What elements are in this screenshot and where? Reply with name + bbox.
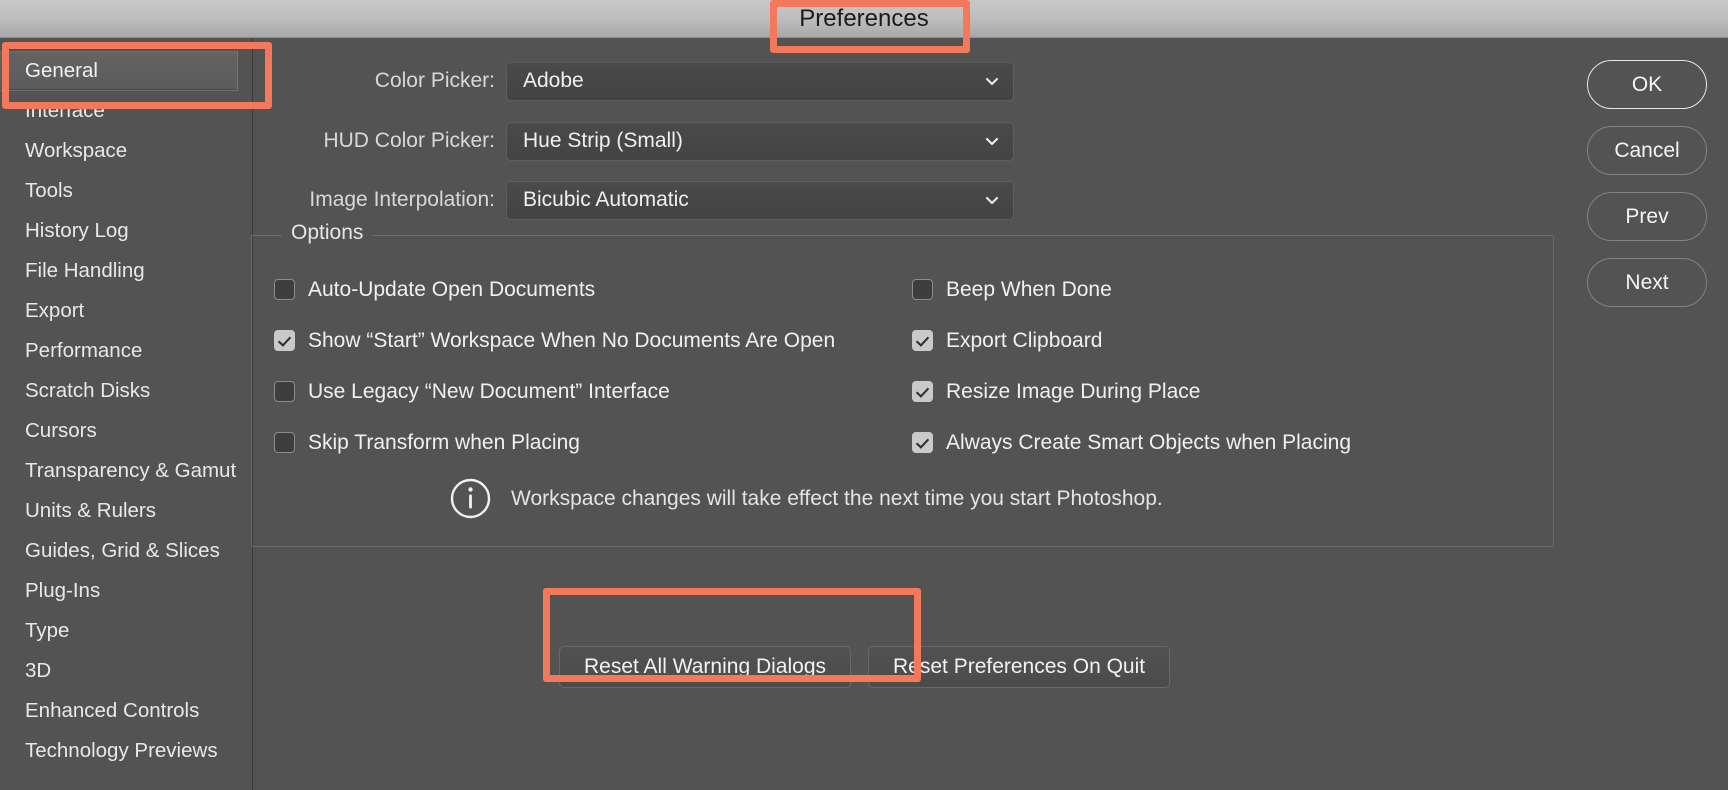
checkbox-label: Export Clipboard [946,328,1103,352]
image-interpolation-label: Image Interpolation: [309,188,495,211]
sidebar-item-general[interactable]: General [0,51,238,91]
preferences-general-panel: Color Picker: Adobe HUD Color Picker: Hu… [251,38,1728,790]
checkbox-label: Use Legacy “New Document” Interface [308,379,670,403]
reset-all-warning-dialogs-button[interactable]: Reset All Warning Dialogs [559,646,851,688]
checkbox-show-start-workspace[interactable] [274,330,295,351]
checkbox-label: Show “Start” Workspace When No Documents… [308,328,836,352]
image-interpolation-value: Bicubic Automatic [523,188,689,211]
sidebar-item-units-rulers[interactable]: Units & Rulers [0,491,252,531]
checkbox-label: Beep When Done [946,277,1112,301]
ok-button[interactable]: OK [1587,60,1707,109]
chevron-down-icon [984,133,1000,149]
sidebar-item-label: Enhanced Controls [25,699,200,722]
sidebar-item-label: Cursors [25,419,97,442]
cancel-button[interactable]: Cancel [1587,126,1707,175]
checkbox-beep-when-done[interactable] [912,279,933,300]
dialog-action-buttons: OK Cancel Prev Next [1587,60,1707,324]
reset-buttons-row: Reset All Warning Dialogs Reset Preferen… [559,646,1171,688]
chevron-down-icon [984,73,1000,89]
sidebar-item-3d[interactable]: 3D [0,651,252,691]
checkbox-label: Skip Transform when Placing [308,430,580,454]
dialog-titlebar: Preferences [0,0,1728,38]
sidebar-item-label: Technology Previews [25,739,218,762]
checkbox-row-use-legacy-new-document[interactable]: Use Legacy “New Document” Interface [274,366,835,417]
checkbox-row-always-create-smart-objects[interactable]: Always Create Smart Objects when Placing [912,417,1351,468]
sidebar-item-label: Tools [25,179,73,202]
sidebar-item-type[interactable]: Type [0,611,252,651]
sidebar-item-transparency-gamut[interactable]: Transparency & Gamut [0,451,252,491]
color-picker-select[interactable]: Adobe [506,61,1014,101]
field-row-color-picker: Color Picker: Adobe [254,61,1014,101]
checkbox-row-beep-when-done[interactable]: Beep When Done [912,264,1351,315]
sidebar-item-technology-previews[interactable]: Technology Previews [0,731,252,771]
sidebar-item-label: Scratch Disks [25,379,151,402]
preferences-dialog: Preferences General Interface Workspace … [0,0,1728,790]
sidebar-item-plug-ins[interactable]: Plug-Ins [0,571,252,611]
checkbox-auto-update-open-documents[interactable] [274,279,295,300]
next-button[interactable]: Next [1587,258,1707,307]
checkbox-use-legacy-new-document[interactable] [274,381,295,402]
workspace-restart-note: Workspace changes will take effect the n… [450,478,1163,519]
field-row-image-interpolation: Image Interpolation: Bicubic Automatic [254,180,1014,220]
sidebar-item-label: Transparency & Gamut [25,459,237,482]
hud-color-picker-label: HUD Color Picker: [323,129,495,152]
field-row-hud-color-picker: HUD Color Picker: Hue Strip (Small) [254,121,1014,161]
options-groupbox: Options Auto-Update Open Documents Show … [251,221,1554,547]
checkbox-always-create-smart-objects[interactable] [912,432,933,453]
sidebar-item-interface[interactable]: Interface [0,91,252,131]
sidebar-item-label: Performance [25,339,143,362]
sidebar-item-enhanced-controls[interactable]: Enhanced Controls [0,691,252,731]
checkbox-label: Auto-Update Open Documents [308,277,596,301]
options-right-column: Beep When Done Export Clipboard Resize I… [912,264,1351,468]
note-text: Workspace changes will take effect the n… [511,486,1163,510]
checkbox-row-skip-transform-when-placing[interactable]: Skip Transform when Placing [274,417,835,468]
reset-preferences-on-quit-button[interactable]: Reset Preferences On Quit [868,646,1171,688]
checkbox-resize-image-during-place[interactable] [912,381,933,402]
sidebar-item-scratch-disks[interactable]: Scratch Disks [0,371,252,411]
checkbox-skip-transform-when-placing[interactable] [274,432,295,453]
options-left-column: Auto-Update Open Documents Show “Start” … [274,264,835,468]
sidebar-item-workspace[interactable]: Workspace [0,131,252,171]
sidebar-item-label: Interface [25,99,105,122]
chevron-down-icon [984,192,1000,208]
sidebar-item-label: History Log [25,219,129,242]
sidebar-item-performance[interactable]: Performance [0,331,252,371]
sidebar-item-label: Type [25,619,70,642]
dialog-title: Preferences [799,5,929,32]
sidebar-item-label: File Handling [25,259,145,282]
sidebar-item-label: Guides, Grid & Slices [25,539,220,562]
checkbox-row-auto-update-open-documents[interactable]: Auto-Update Open Documents [274,264,835,315]
sidebar-item-label: 3D [25,659,52,682]
sidebar-item-tools[interactable]: Tools [0,171,252,211]
hud-color-picker-value: Hue Strip (Small) [523,129,683,152]
sidebar-item-label: General [25,59,98,82]
image-interpolation-select[interactable]: Bicubic Automatic [506,180,1014,220]
sidebar-item-label: Workspace [25,139,128,162]
checkbox-row-resize-image-during-place[interactable]: Resize Image During Place [912,366,1351,417]
sidebar-item-export[interactable]: Export [0,291,252,331]
hud-color-picker-select[interactable]: Hue Strip (Small) [506,121,1014,161]
sidebar-item-history-log[interactable]: History Log [0,211,252,251]
checkbox-label: Always Create Smart Objects when Placing [946,430,1351,454]
checkbox-label: Resize Image During Place [946,379,1201,403]
checkbox-row-show-start-workspace[interactable]: Show “Start” Workspace When No Documents… [274,315,835,366]
info-icon [450,478,491,519]
options-legend: Options [282,221,373,245]
checkbox-export-clipboard[interactable] [912,330,933,351]
prev-button[interactable]: Prev [1587,192,1707,241]
color-picker-label: Color Picker: [374,69,495,92]
sidebar-item-cursors[interactable]: Cursors [0,411,252,451]
preferences-category-list[interactable]: General Interface Workspace Tools Histor… [0,38,253,790]
sidebar-item-label: Export [25,299,85,322]
color-picker-value: Adobe [523,69,584,92]
sidebar-item-label: Units & Rulers [25,499,157,522]
sidebar-item-file-handling[interactable]: File Handling [0,251,252,291]
checkbox-row-export-clipboard[interactable]: Export Clipboard [912,315,1351,366]
sidebar-item-guides-grid-slices[interactable]: Guides, Grid & Slices [0,531,252,571]
sidebar-item-label: Plug-Ins [25,579,101,602]
